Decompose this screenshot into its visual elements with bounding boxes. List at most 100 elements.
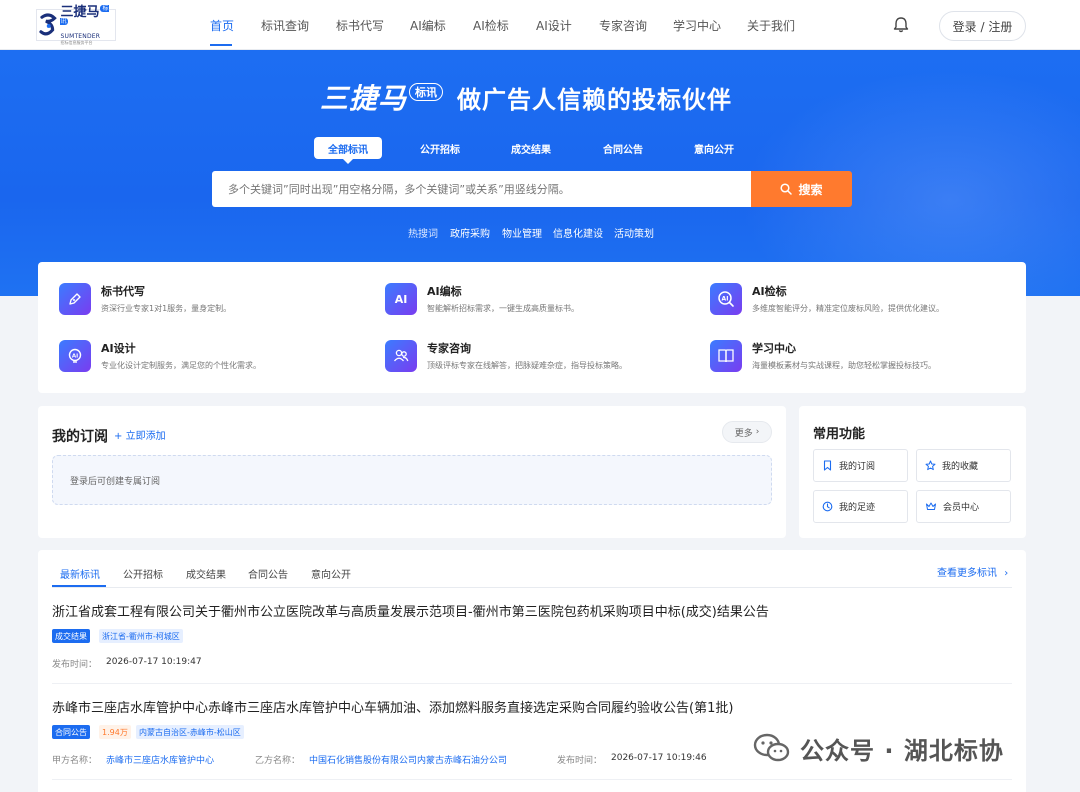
bid-item-title[interactable]: 赤峰市三座店水库管护中心赤峰市三座店水库管护中心车辆加油、添加燃料服务直接选定采… xyxy=(52,697,733,716)
svg-text:AI: AI xyxy=(72,353,78,359)
button-label: 会员中心 xyxy=(943,503,980,513)
nav-item-learning[interactable]: 学习中心 xyxy=(673,17,721,34)
list-tab-active-underline xyxy=(52,585,106,587)
service-name: 学习中心 xyxy=(752,342,796,355)
list-tab-divider xyxy=(52,587,1012,588)
pen-icon xyxy=(59,283,91,315)
nav-item-ai-compile[interactable]: AI编标 xyxy=(410,17,446,34)
ai-bulb-icon: AI xyxy=(59,340,91,372)
list-item-divider xyxy=(52,779,1012,780)
publish-time: 2026-07-17 10:19:46 xyxy=(611,753,707,763)
service-name: 标书代写 xyxy=(101,285,145,298)
service-desc: 海量模板素材与实战课程，助您轻松掌握投标技巧。 xyxy=(752,361,936,370)
wechat-icon xyxy=(753,733,790,762)
hero-tab-pointer xyxy=(343,159,353,164)
hot-word[interactable]: 信息化建设 xyxy=(553,225,603,240)
party-b-link[interactable]: 中国石化销售股份有限公司内蒙古赤峰石油分公司 xyxy=(309,753,507,766)
watermark-text: 公众号 · 湖北标协 xyxy=(800,736,1004,765)
star-icon xyxy=(925,460,936,471)
service-ai-check[interactable]: AI AI检标 多维度智能评分，精准定位废标风险，提供优化建议。 xyxy=(710,281,1010,317)
list-item-divider xyxy=(52,683,1012,684)
hero-banner: 三捷马 标讯 做广告人信赖的投标伙伴 全部标讯 公开招标 成交结果 合同公告 意… xyxy=(0,50,1080,296)
common-functions-title: 常用功能 xyxy=(813,427,866,442)
login-register-button[interactable]: 登录 / 注册 xyxy=(939,11,1026,41)
svg-text:AI: AI xyxy=(395,293,408,306)
search-button-label: 搜索 xyxy=(798,182,823,197)
service-expert[interactable]: 专家咨询 顶级评标专家在线解答，把脉疑难杂症，指导投标策略。 xyxy=(385,338,685,374)
member-center-button[interactable]: 会员中心 xyxy=(916,490,1011,523)
bid-region-tag: 内蒙古自治区-赤峰市-松山区 xyxy=(136,725,244,739)
hero-title: 三捷马 标讯 做广告人信赖的投标伙伴 xyxy=(320,80,732,115)
bid-item-title[interactable]: 浙江省成套工程有限公司关于衢州市公立医院改革与高质量发展示范项目-衢州市第三医院… xyxy=(52,601,769,620)
logo-brand: 三捷马 xyxy=(60,4,100,20)
party-a-link[interactable]: 赤峰市三座店水库管护中心 xyxy=(106,753,214,766)
bid-amount-tag: 1.94万 xyxy=(99,725,131,739)
hot-word[interactable]: 活动策划 xyxy=(614,225,654,240)
my-footprints-button[interactable]: 我的足迹 xyxy=(813,490,908,523)
hero-tab-public-tender[interactable]: 公开招标 xyxy=(406,137,474,159)
button-label: 我的收藏 xyxy=(942,462,979,472)
party-a-label: 甲方名称： xyxy=(52,756,98,766)
bell-icon[interactable] xyxy=(891,15,911,35)
subscription-card: 我的订阅 + 立即添加 更多 › 登录后可创建专属订阅 xyxy=(38,406,786,538)
bid-region-tag: 浙江省-衢州市-柯城区 xyxy=(99,629,183,643)
service-bid-writing[interactable]: 标书代写 资深行业专家1对1服务，量身定制。 xyxy=(59,281,359,317)
nav-item-about[interactable]: 关于我们 xyxy=(747,17,795,34)
hero-tab-contract[interactable]: 合同公告 xyxy=(589,137,657,159)
nav-item-expert[interactable]: 专家咨询 xyxy=(599,17,647,34)
top-nav: 三捷马 标讯 SUMTENDER 招标信息服务平台 首页 标讯查询 标书代写 AI… xyxy=(0,0,1080,50)
search-input[interactable] xyxy=(212,171,752,207)
service-name: AI设计 xyxy=(101,342,136,355)
hero-brand: 三捷马 xyxy=(320,82,408,115)
bid-type-tag: 成交结果 xyxy=(52,629,90,643)
list-tab-contract[interactable]: 合同公告 xyxy=(248,566,288,581)
plus-icon: + xyxy=(114,431,123,442)
service-desc: 资深行业专家1对1服务，量身定制。 xyxy=(101,304,232,313)
service-learning[interactable]: 学习中心 海量模板素材与实战课程，助您轻松掌握投标技巧。 xyxy=(710,338,1010,374)
service-name: AI编标 xyxy=(427,285,462,298)
list-tab-public-tender[interactable]: 公开招标 xyxy=(123,566,163,581)
hero-tab-intent[interactable]: 意向公开 xyxy=(680,137,748,159)
service-desc: 专业化设计定制服务，满足您的个性化需求。 xyxy=(101,361,261,370)
nav-active-underline xyxy=(210,44,232,46)
more-label: 更多 xyxy=(734,428,753,439)
ai-search-icon: AI xyxy=(710,283,742,315)
nav-item-ai-design[interactable]: AI设计 xyxy=(536,17,572,34)
experts-icon xyxy=(385,340,417,372)
hot-word[interactable]: 政府采购 xyxy=(450,225,490,240)
bid-type-tag: 合同公告 xyxy=(52,725,90,739)
logo-sub: SUMTENDER xyxy=(60,32,101,40)
my-subscriptions-button[interactable]: 我的订阅 xyxy=(813,449,908,482)
subscription-empty-state: 登录后可创建专属订阅 xyxy=(52,455,772,505)
nav-item-bid-search[interactable]: 标讯查询 xyxy=(261,17,309,34)
book-icon xyxy=(710,340,742,372)
nav-item-home[interactable]: 首页 xyxy=(210,17,234,34)
service-desc: 智能解析招标需求，一键生成高质量标书。 xyxy=(427,304,579,313)
service-ai-design[interactable]: AI AI设计 专业化设计定制服务，满足您的个性化需求。 xyxy=(59,338,359,374)
ai-icon: AI xyxy=(385,283,417,315)
hero-tab-deal-result[interactable]: 成交结果 xyxy=(497,137,565,159)
list-tab-deal-result[interactable]: 成交结果 xyxy=(186,566,226,581)
nav-item-bid-writing[interactable]: 标书代写 xyxy=(336,17,384,34)
list-tab-latest[interactable]: 最新标讯 xyxy=(60,566,100,581)
publish-time: 2026-07-17 10:19:47 xyxy=(106,657,202,667)
view-more-bids-link[interactable]: 查看更多标讯 › xyxy=(937,564,1008,579)
hot-word[interactable]: 物业管理 xyxy=(502,225,542,240)
nav-item-ai-check[interactable]: AI检标 xyxy=(473,17,509,34)
button-label: 我的足迹 xyxy=(839,503,876,513)
service-desc: 多维度智能评分，精准定位废标风险，提供优化建议。 xyxy=(752,304,944,313)
add-subscription-button[interactable]: + 立即添加 xyxy=(114,427,166,442)
service-ai-compile[interactable]: AI AI编标 智能解析招标需求，一键生成高质量标书。 xyxy=(385,281,685,317)
search-button[interactable]: 搜索 xyxy=(751,171,852,207)
bookmark-icon xyxy=(823,460,832,471)
logo[interactable]: 三捷马 标讯 SUMTENDER 招标信息服务平台 xyxy=(36,5,116,44)
hero-tab-all[interactable]: 全部标讯 xyxy=(314,137,382,159)
service-name: AI检标 xyxy=(752,285,787,298)
common-functions-card: 常用功能 我的订阅 我的收藏 我的足迹 会员中心 xyxy=(799,406,1026,538)
party-b-label: 乙方名称： xyxy=(255,756,301,766)
list-tab-intent[interactable]: 意向公开 xyxy=(311,566,351,581)
view-more-label: 查看更多标讯 xyxy=(937,568,997,579)
my-favorites-button[interactable]: 我的收藏 xyxy=(916,449,1011,482)
services-card: 标书代写 资深行业专家1对1服务，量身定制。 AI AI编标 智能解析招标需求，… xyxy=(38,262,1026,393)
subscription-more-button[interactable]: 更多 › xyxy=(722,421,772,443)
